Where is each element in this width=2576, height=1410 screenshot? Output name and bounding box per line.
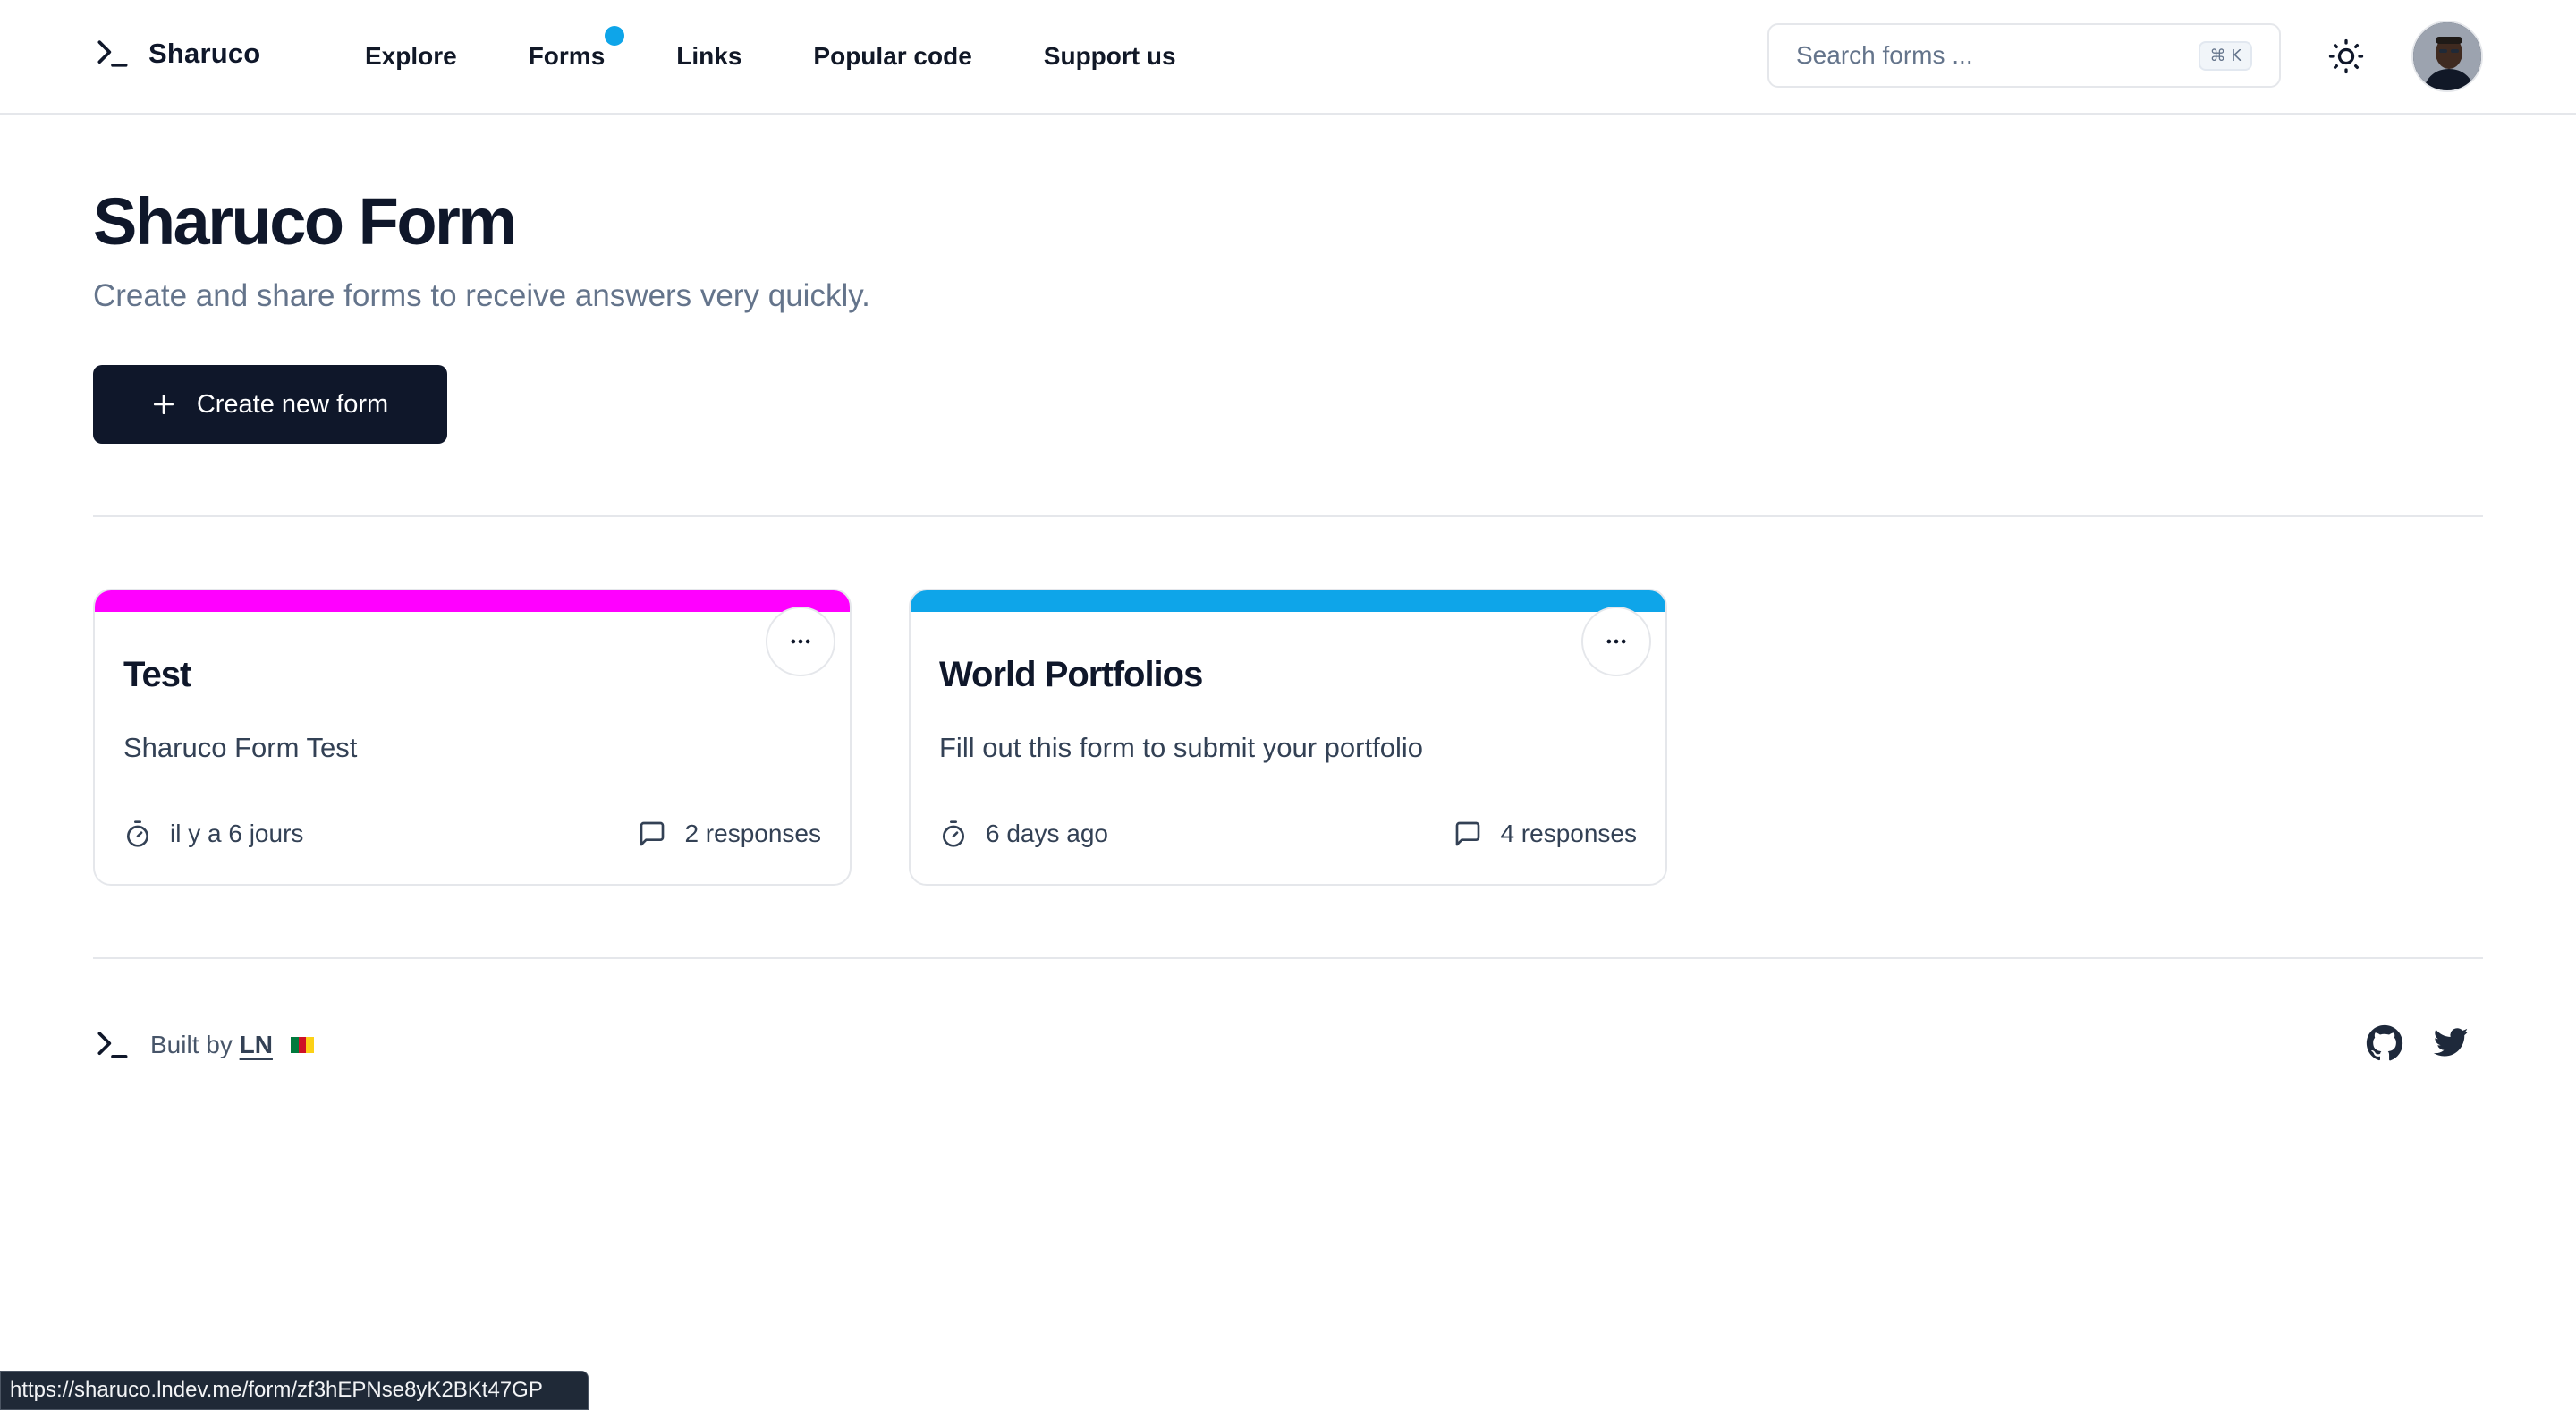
plus-icon [153,394,174,415]
nav-item-popular-code[interactable]: Popular code [813,42,971,71]
sun-icon [2328,38,2364,74]
terminal-icon [97,40,128,67]
form-card-menu-button[interactable] [766,607,835,676]
nav-item-forms[interactable]: Forms [528,26,625,71]
user-photo-icon [2413,22,2481,90]
brand-name: Sharuco [148,38,261,69]
footer-divider [93,957,2483,959]
form-card-title: Test [123,655,191,694]
more-horizontal-icon [1606,639,1626,644]
page-subtitle: Create and share forms to receive answer… [93,278,870,313]
form-card-time-label: il y a 6 jours [170,820,304,847]
twitter-link[interactable] [2431,1024,2470,1063]
github-icon [2366,1024,2403,1061]
timer-icon [943,820,964,847]
form-card-responses: 2 responses [638,820,821,848]
nav-item-links[interactable]: Links [676,42,741,71]
nav-item-forms-label: Forms [528,42,606,70]
search-input[interactable]: Search forms ... ⌘ K [1767,23,2281,88]
form-card-color-bar [911,590,1665,612]
form-card[interactable]: Test Sharuco Form Test il y a 6 jours 2 … [93,589,852,886]
browser-status-url: https://sharuco.lndev.me/form/zf3hEPNse8… [0,1371,589,1410]
notification-dot [605,26,625,46]
message-square-icon [1456,821,1480,846]
github-link[interactable] [2365,1024,2404,1063]
footer-brand: Built by LN [93,1025,314,1065]
create-new-form-button[interactable]: Create new form [93,365,447,444]
page-title: Sharuco Form [93,184,517,259]
main-nav: Explore Forms Links Popular code Support… [365,0,1248,113]
nav-item-explore[interactable]: Explore [365,42,457,71]
form-card-time: il y a 6 jours [123,820,303,848]
create-new-form-label: Create new form [196,389,389,419]
terminal-icon [97,1032,128,1058]
form-card-description: Sharuco Form Test [123,732,358,763]
timer-icon [127,820,148,847]
message-square-icon [640,821,665,846]
section-divider [93,515,2483,517]
footer-built-by: Built by LN [150,1031,273,1059]
form-card-color-bar [95,590,850,612]
form-card-responses-label: 4 responses [1500,820,1637,847]
author-link[interactable]: LN [240,1031,273,1058]
search-shortcut-badge: ⌘ K [2199,40,2252,71]
form-card-responses-label: 2 responses [684,820,821,847]
cameroon-flag-icon [290,1037,314,1053]
form-card-responses: 4 responses [1453,820,1637,848]
form-card-description: Fill out this form to submit your portfo… [939,732,1423,763]
form-card-menu-button[interactable] [1581,607,1651,676]
home-logo-link[interactable]: Sharuco [93,34,260,73]
nav-item-support-us[interactable]: Support us [1044,42,1176,71]
footer-built-by-label: Built by [150,1031,233,1058]
user-avatar[interactable] [2411,21,2483,92]
more-horizontal-icon [791,639,810,644]
twitter-icon [2433,1028,2469,1057]
form-card-title: World Portfolios [939,655,1203,694]
form-card-time-label: 6 days ago [986,820,1108,847]
theme-toggle-button[interactable] [2324,34,2368,79]
site-header: Sharuco Explore Forms Links Popular code… [0,0,2576,115]
form-card-time: 6 days ago [939,820,1108,848]
footer-social-links [2365,1024,2470,1063]
form-card[interactable]: World Portfolios Fill out this form to s… [909,589,1667,886]
search-placeholder: Search forms ... [1796,41,1973,69]
